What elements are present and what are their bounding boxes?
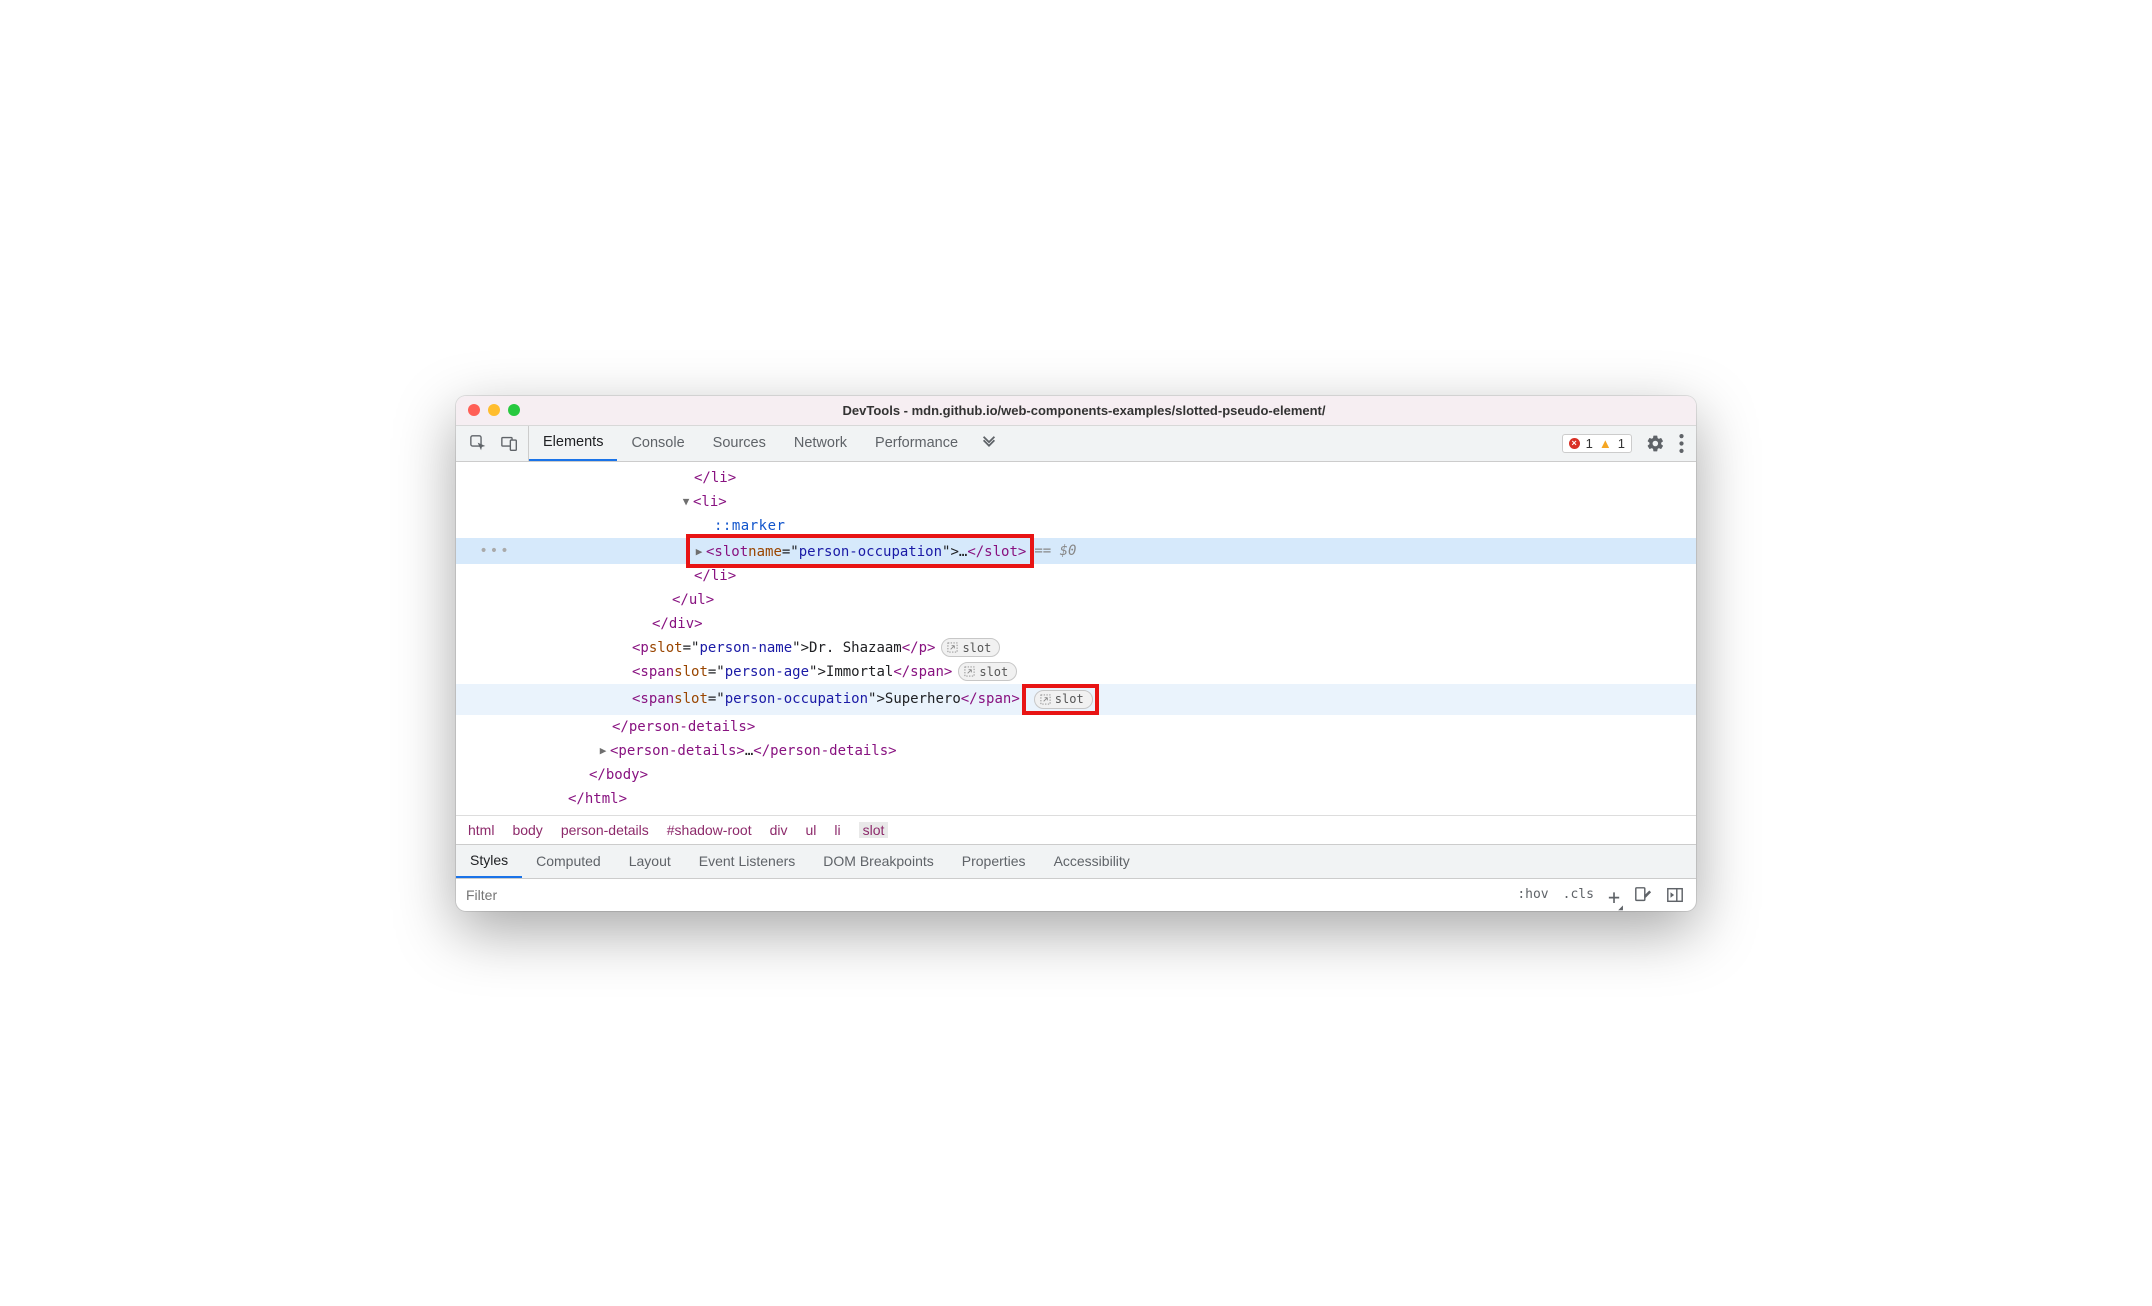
crumb-shadow-root[interactable]: #shadow-root [667,822,752,838]
filter-input[interactable] [456,887,1505,903]
tree-row[interactable]: ▼<li> [456,490,1696,514]
tree-row[interactable]: </ul> [456,588,1696,612]
tree-row[interactable]: <span slot="person-occupation">Superhero… [456,684,1696,715]
tree-row-selected[interactable]: ••• ▶ <slot name="person-occupation">…</… [456,538,1696,564]
styles-filter-bar: :hov .cls +◢ [456,879,1696,911]
error-icon [1569,438,1580,449]
window-controls [468,404,520,416]
tab-performance[interactable]: Performance [861,426,972,461]
tabs-overflow-icon[interactable] [972,434,1006,452]
cls-toggle[interactable]: .cls [1563,887,1594,902]
close-icon[interactable] [468,404,480,416]
crumb-person-details[interactable]: person-details [561,822,649,838]
window-title: DevTools - mdn.github.io/web-components-… [538,403,1630,418]
tab-elements[interactable]: Elements [529,426,617,461]
devtools-window: DevTools - mdn.github.io/web-components-… [456,396,1696,911]
tree-row[interactable]: </li> [456,466,1696,490]
tab-console[interactable]: Console [617,426,698,461]
crumb-ul[interactable]: ul [805,822,816,838]
issues-counter[interactable]: 1 ▲ 1 [1562,434,1632,453]
tree-row[interactable]: </body> [456,763,1696,787]
slot-badge[interactable]: slot [1034,690,1093,709]
tree-row[interactable]: </person-details> [456,715,1696,739]
titlebar: DevTools - mdn.github.io/web-components-… [456,396,1696,426]
expand-arrow-icon[interactable]: ▼ [679,490,693,514]
subtab-dom-breakpoints[interactable]: DOM Breakpoints [809,845,947,878]
device-icon[interactable] [501,435,518,452]
slot-badge[interactable]: slot [941,638,1000,657]
more-icon[interactable] [1679,434,1684,453]
highlight-box: ▶ <slot name="person-occupation">…</slot… [686,534,1034,568]
expand-arrow-icon[interactable]: ▶ [596,739,610,763]
device-brush-icon[interactable] [1634,886,1652,904]
subtab-layout[interactable]: Layout [615,845,685,878]
error-count: 1 [1586,436,1593,451]
crumb-html[interactable]: html [468,822,494,838]
subtab-accessibility[interactable]: Accessibility [1040,845,1144,878]
inspect-icon[interactable] [470,435,487,452]
crumb-div[interactable]: div [770,822,788,838]
row-actions-icon[interactable]: ••• [456,539,534,563]
crumb-body[interactable]: body [512,822,542,838]
subtab-properties[interactable]: Properties [948,845,1040,878]
expand-arrow-icon[interactable]: ▶ [692,540,706,564]
slot-badge[interactable]: slot [958,662,1017,681]
subtab-styles[interactable]: Styles [456,845,522,878]
new-style-icon[interactable]: +◢ [1608,885,1620,909]
tab-sources[interactable]: Sources [699,426,780,461]
subtab-computed[interactable]: Computed [522,845,615,878]
elements-panel: </li> ▼<li> ::marker ••• ▶ <slot name="p… [456,462,1696,815]
highlight-box: slot [1022,684,1099,715]
tree-row[interactable]: <p slot="person-name">Dr. Shazaam</p> sl… [456,636,1696,660]
styles-toolbar: Styles Computed Layout Event Listeners D… [456,845,1696,879]
breadcrumb: html body person-details #shadow-root di… [456,815,1696,845]
warning-count: 1 [1618,436,1625,451]
gear-icon[interactable] [1646,434,1665,453]
tree-row[interactable]: </li> [456,564,1696,588]
main-toolbar: Elements Console Sources Network Perform… [456,426,1696,462]
tree-row[interactable]: ▶<person-details>…</person-details> [456,739,1696,763]
tree-row[interactable]: <span slot="person-age">Immortal</span> … [456,660,1696,684]
tab-network[interactable]: Network [780,426,861,461]
crumb-li[interactable]: li [834,822,840,838]
minimize-icon[interactable] [488,404,500,416]
panel-toggle-icon[interactable] [1666,886,1684,904]
maximize-icon[interactable] [508,404,520,416]
tree-row[interactable]: ::marker [456,514,1696,538]
subtab-event-listeners[interactable]: Event Listeners [685,845,810,878]
crumb-slot[interactable]: slot [859,822,889,838]
tree-row[interactable]: </div> [456,612,1696,636]
tree-row[interactable]: </html> [456,787,1696,811]
warning-icon: ▲ [1599,436,1612,451]
hov-toggle[interactable]: :hov [1517,887,1548,902]
